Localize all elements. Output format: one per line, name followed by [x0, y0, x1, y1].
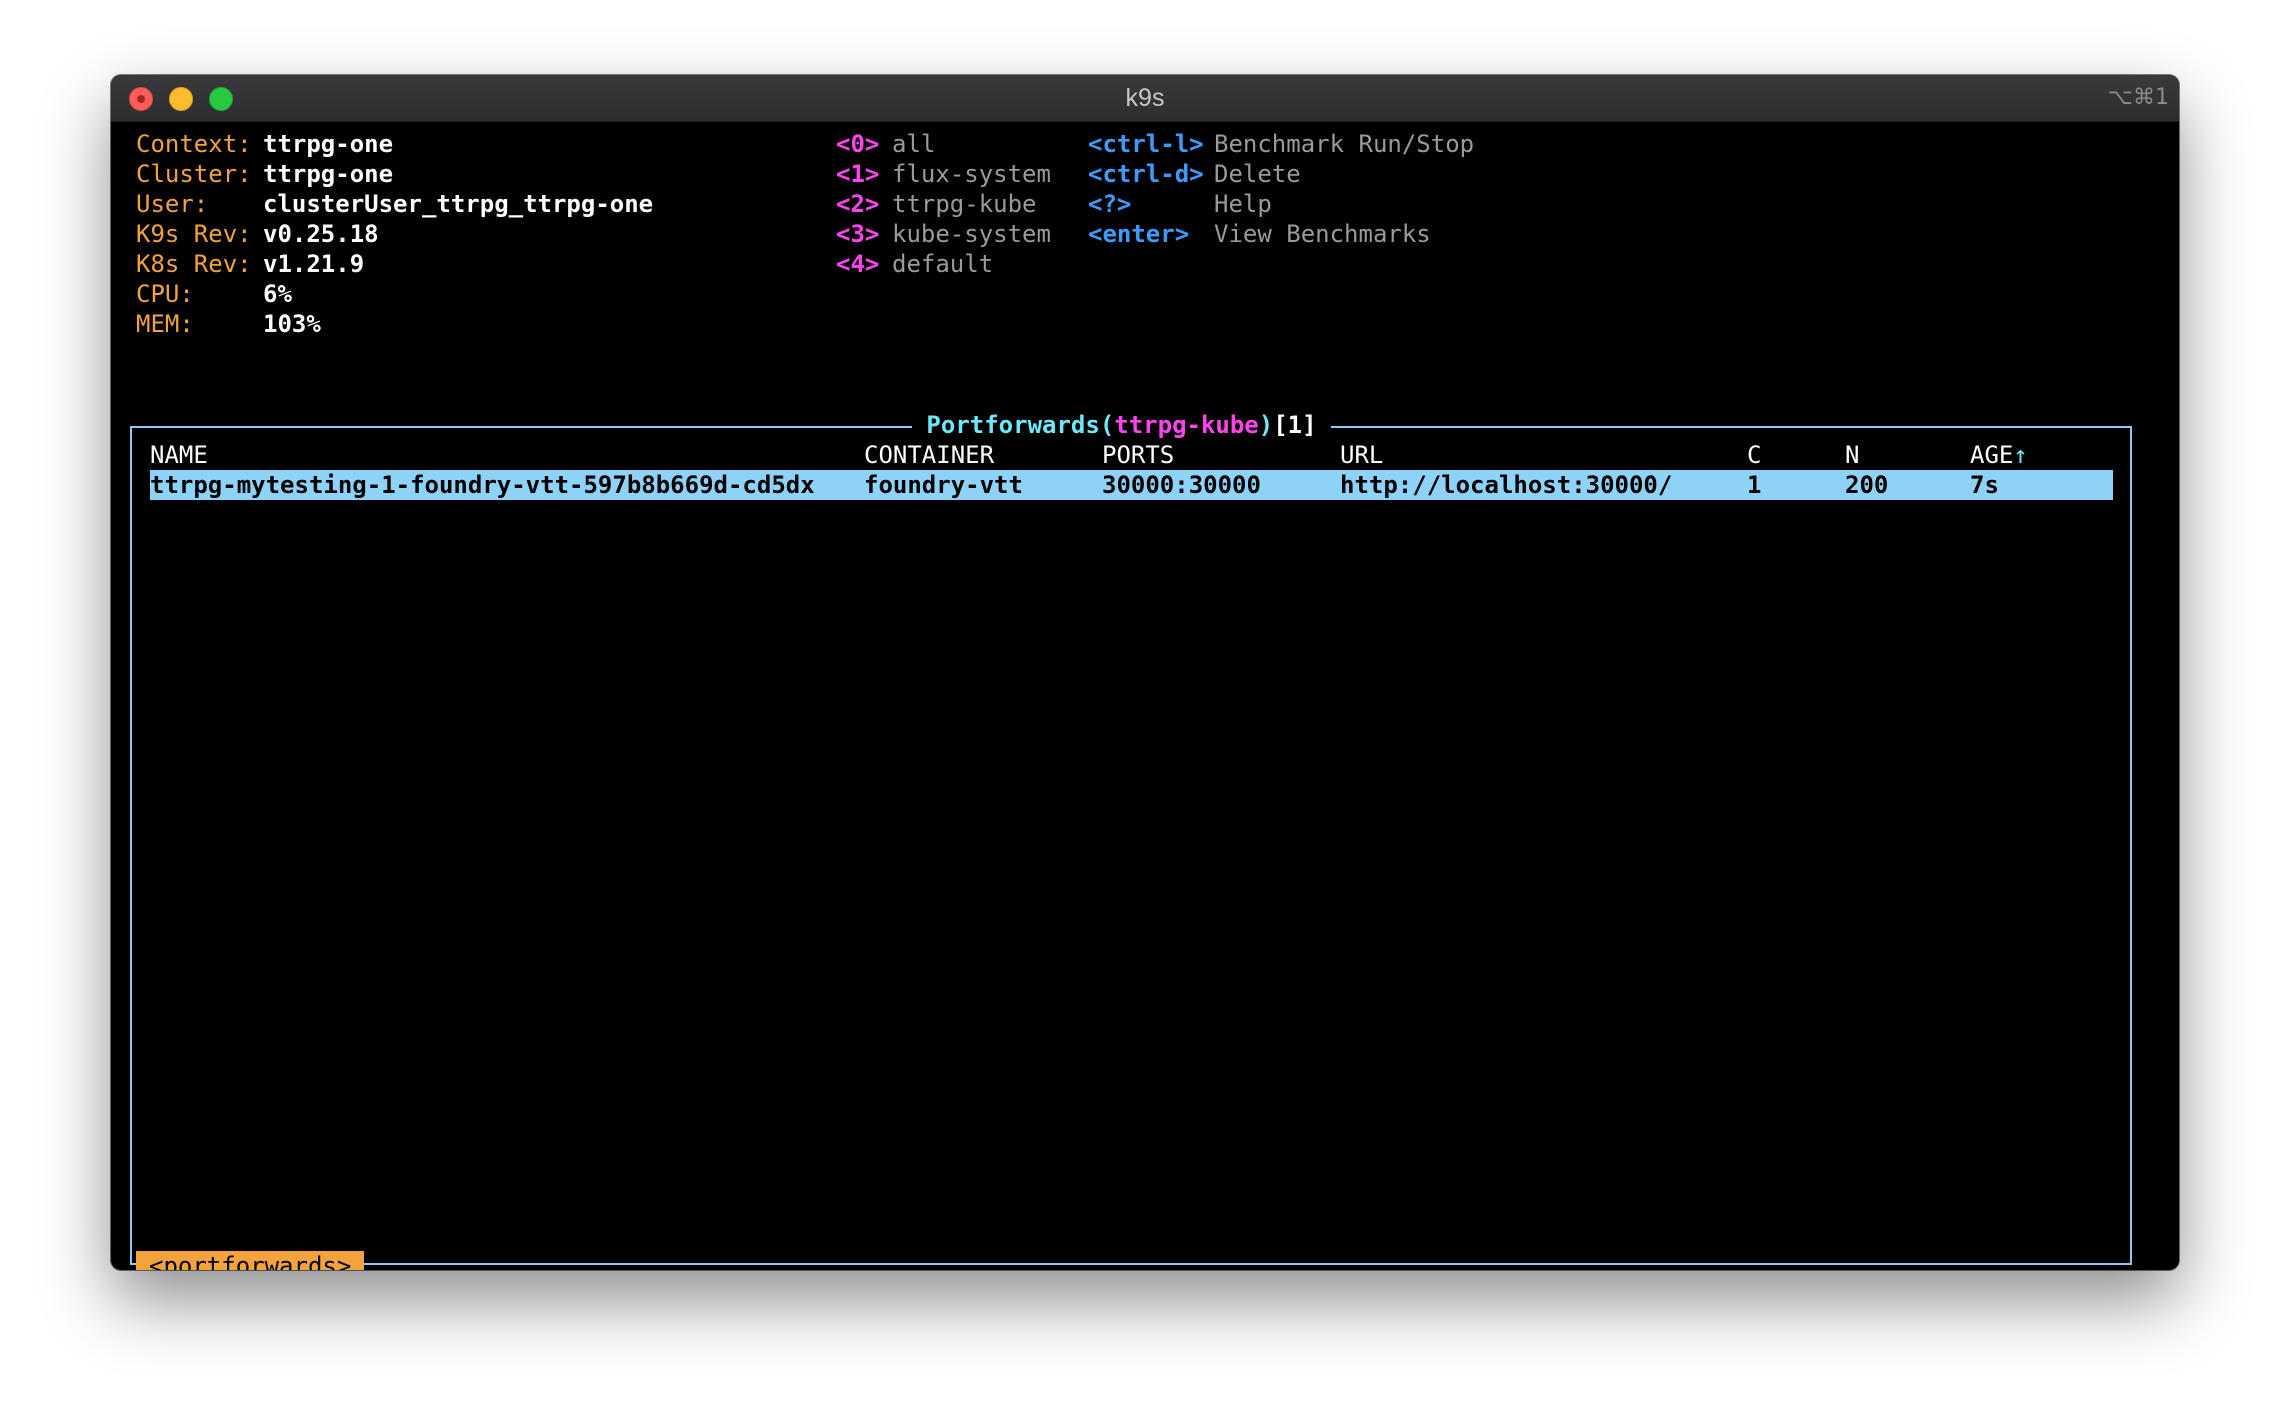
info-label-context: Context: — [136, 130, 252, 158]
info-label-k8s-rev: K8s Rev: — [136, 250, 252, 278]
info-value-k9s-rev: v0.25.18 — [263, 220, 379, 248]
column-header-url[interactable]: URL — [1340, 440, 1383, 470]
info-value-k8s-rev: v1.21.9 — [263, 250, 365, 278]
info-label-cluster: Cluster: — [136, 160, 252, 188]
terminal-window: k9s ⌥⌘1 Context: ttrpg-one Cluster: ttrp… — [111, 75, 2179, 1270]
namespace-label-flux-system[interactable]: flux-system — [892, 159, 1051, 189]
cell-age: 7s — [1970, 471, 1999, 499]
cell-container: foundry-vtt — [864, 471, 1023, 499]
portforwards-panel — [130, 426, 2132, 1265]
column-header-name[interactable]: NAME — [150, 440, 208, 470]
panel-title-count: [1] — [1273, 411, 1317, 439]
info-value-user: clusterUser_ttrpg_ttrpg-one — [263, 190, 654, 218]
sort-ascending-icon: ↑ — [2013, 441, 2028, 469]
namespace-label-all[interactable]: all — [892, 129, 935, 159]
panel-title-namespace: ttrpg-kube — [1114, 411, 1259, 439]
info-value-cluster: ttrpg-one — [263, 160, 394, 188]
window-title: k9s — [1125, 84, 1165, 112]
breadcrumb-portforwards[interactable]: <portforwards> — [136, 1251, 365, 1270]
column-header-n[interactable]: N — [1845, 440, 1859, 470]
namespace-key-1[interactable]: <1> — [836, 159, 879, 189]
action-key-ctrl-l[interactable]: <ctrl-l> — [1088, 129, 1204, 159]
cell-n: 200 — [1845, 471, 1889, 499]
title-bar: k9s ⌥⌘1 — [111, 75, 2179, 122]
cell-name: ttrpg-mytesting-1-foundry-vtt-597b8b669d… — [150, 471, 815, 499]
window-shortcut: ⌥⌘1 — [2107, 85, 2169, 110]
info-label-mem: MEM: — [136, 310, 194, 338]
action-label-delete[interactable]: Delete — [1214, 159, 1301, 189]
column-header-ports[interactable]: PORTS — [1102, 440, 1174, 470]
action-label-benchmark[interactable]: Benchmark Run/Stop — [1214, 129, 1474, 159]
action-label-view-benchmarks[interactable]: View Benchmarks — [1214, 219, 1431, 249]
cell-ports: 30000:30000 — [1102, 471, 1261, 499]
namespace-key-3[interactable]: <3> — [836, 219, 879, 249]
action-label-help[interactable]: Help — [1214, 189, 1272, 219]
panel-title-resource: Portforwards — [926, 411, 1100, 439]
table-row[interactable]: ttrpg-mytesting-1-foundry-vtt-597b8b669d… — [150, 470, 2113, 500]
namespace-key-2[interactable]: <2> — [836, 189, 879, 219]
namespace-key-0[interactable]: <0> — [836, 129, 879, 159]
namespace-label-default[interactable]: default — [892, 249, 993, 279]
action-key-ctrl-d[interactable]: <ctrl-d> — [1088, 159, 1204, 189]
terminal-content[interactable]: Context: ttrpg-one Cluster: ttrpg-one Us… — [111, 121, 2179, 1270]
namespace-label-kube-system[interactable]: kube-system — [892, 219, 1051, 249]
info-value-mem: 103% — [263, 310, 321, 338]
column-header-container[interactable]: CONTAINER — [864, 440, 994, 470]
info-value-cpu: 6% — [263, 280, 292, 308]
column-header-age[interactable]: AGE↑ — [1970, 440, 2028, 470]
info-label-cpu: CPU: — [136, 280, 194, 308]
column-header-c[interactable]: C — [1747, 440, 1761, 470]
info-label-user: User: — [136, 190, 209, 218]
namespace-label-ttrpg-kube[interactable]: ttrpg-kube — [892, 189, 1037, 219]
panel-title: Portforwards(ttrpg-kube)[1] — [111, 410, 2132, 440]
namespace-key-4[interactable]: <4> — [836, 249, 879, 279]
action-key-enter[interactable]: <enter> — [1088, 219, 1189, 249]
info-label-k9s-rev: K9s Rev: — [136, 220, 252, 248]
cell-url: http://localhost:30000/ — [1340, 471, 1673, 499]
action-key-help[interactable]: <?> — [1088, 189, 1131, 219]
info-value-context: ttrpg-one — [263, 130, 394, 158]
cell-c: 1 — [1747, 471, 1762, 499]
